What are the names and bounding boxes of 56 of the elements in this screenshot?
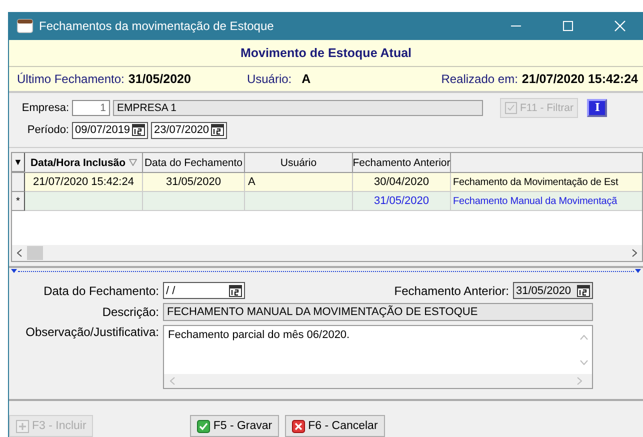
last-closing-value: 31/05/2020	[128, 72, 191, 86]
closing-date-field[interactable]: / /	[163, 282, 245, 299]
checkmark-icon	[505, 102, 517, 114]
row-marker[interactable]	[12, 173, 25, 192]
notes-label: Observação/Justificativa:	[24, 325, 160, 339]
table-cell: A	[245, 173, 353, 192]
previous-closing-label: Fechamento Anterior:	[394, 284, 509, 298]
period-start-field[interactable]: 09/07/2019	[72, 122, 148, 138]
calendar-icon[interactable]	[211, 124, 224, 136]
window-icon	[17, 19, 33, 33]
table-cell: Fechamento Manual da Movimentaçã	[451, 192, 642, 211]
period-end-field[interactable]: 23/07/2020	[151, 122, 227, 138]
column-header[interactable]: Usuário	[245, 153, 353, 172]
column-header[interactable]: Fechamento Anterior	[353, 153, 451, 172]
table-cell: 30/04/2020	[353, 173, 451, 192]
description-label: Descrição:	[101, 305, 160, 319]
row-marker[interactable]: *	[12, 192, 25, 211]
sort-icon	[128, 159, 137, 166]
column-header[interactable]: Data do Fechamento	[143, 153, 245, 172]
calendar-icon[interactable]	[229, 284, 242, 296]
notes-text: Fechamento parcial do mês 06/2020.	[168, 329, 350, 343]
calendar-icon[interactable]	[577, 284, 590, 296]
info-button[interactable]: I	[587, 99, 608, 117]
maximize-icon[interactable]	[562, 20, 574, 32]
section-title: Movimento de Estoque Atual	[240, 46, 412, 60]
company-label: Empresa:	[20, 102, 69, 114]
closing-date-label: Data do Fechamento:	[42, 284, 160, 298]
previous-closing-field: 31/05/2020	[513, 282, 593, 299]
scroll-left-icon[interactable]	[17, 249, 22, 257]
plus-icon	[16, 420, 29, 432]
table-cell: 21/07/2020 15:42:24	[25, 173, 143, 192]
scroll-right-icon[interactable]	[632, 249, 637, 257]
close-icon[interactable]	[614, 20, 626, 32]
checkmark-icon	[197, 420, 210, 432]
period-label: Período:	[26, 124, 69, 136]
scrollbar-thumb[interactable]	[27, 246, 43, 260]
cancel-button[interactable]: F6 - Cancelar	[285, 415, 385, 437]
grid-menu-icon[interactable]: ▼	[12, 153, 25, 172]
user-value: A	[302, 72, 311, 86]
table-cell: 31/05/2020	[143, 173, 245, 192]
table-cell: Fechamento da Movimentação de Est	[451, 173, 642, 192]
done-value: 21/07/2020 15:42:24	[522, 72, 638, 86]
table-cell: 31/05/2020	[353, 192, 451, 211]
user-label: Usuário:	[246, 72, 292, 86]
save-button[interactable]: F5 - Gravar	[190, 415, 280, 437]
splitter-handle[interactable]	[9, 266, 643, 274]
cross-icon	[292, 420, 306, 432]
column-header[interactable]: Data/Hora Inclusão	[25, 153, 143, 172]
company-name-field: EMPRESA 1	[113, 100, 483, 116]
horizontal-scrollbar[interactable]	[12, 245, 642, 261]
company-code-field[interactable]: 1	[72, 100, 110, 116]
window-title: Fechamentos da movimentação de Estoque	[39, 19, 275, 33]
done-label: Realizado em:	[441, 72, 518, 86]
description-field: FECHAMENTO MANUAL DA MOVIMENTAÇÃO DE ESTOQUE	[163, 303, 593, 321]
last-closing-label: Último Fechamento:	[17, 72, 124, 86]
calendar-icon[interactable]	[132, 124, 145, 136]
